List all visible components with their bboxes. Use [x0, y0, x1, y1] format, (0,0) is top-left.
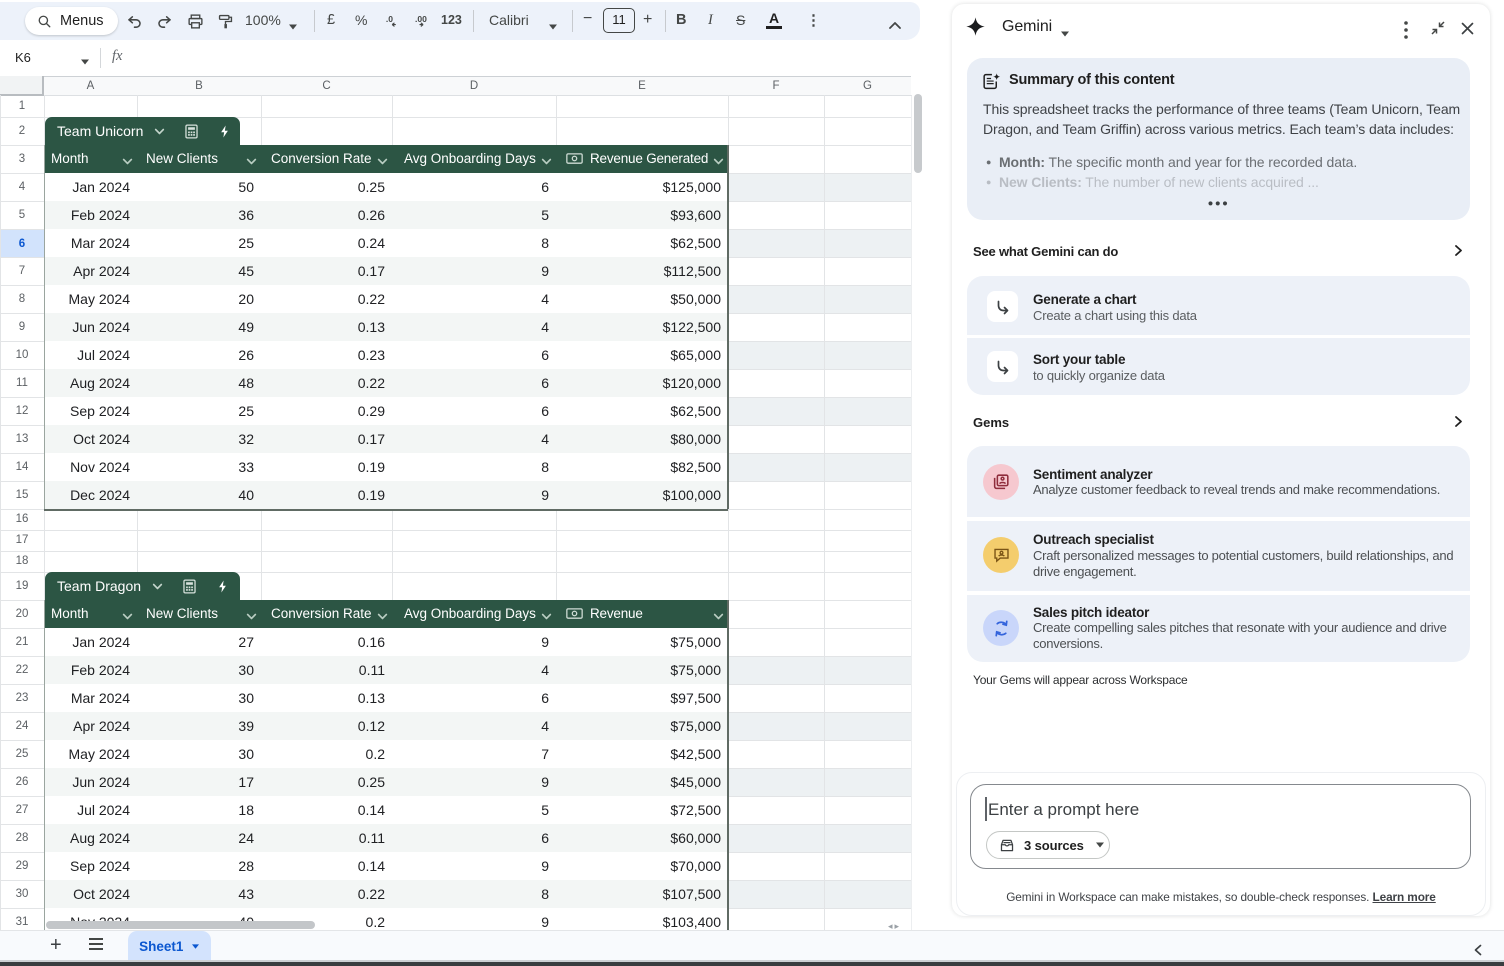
- svg-text:.0: .0: [386, 14, 393, 24]
- svg-text:.00: .00: [415, 14, 427, 24]
